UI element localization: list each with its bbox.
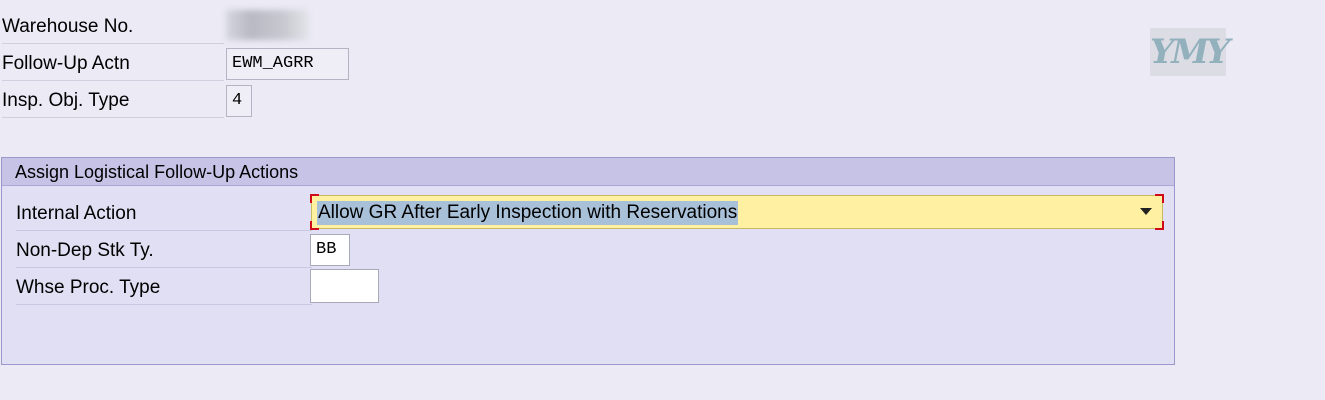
focus-corner-icon (1155, 194, 1164, 203)
assign-follow-up-actions-group: Assign Logistical Follow-Up Actions Inte… (1, 157, 1175, 365)
non-dep-stk-ty-label: Non-Dep Stk Ty. (16, 232, 312, 268)
dropdown-arrow-icon[interactable] (1140, 208, 1152, 215)
focus-corner-icon (310, 221, 319, 230)
company-logo: YMY (1150, 28, 1230, 76)
internal-action-value: Allow GR After Early Inspection with Res… (317, 201, 739, 225)
non-dep-stk-ty-field[interactable]: BB (310, 234, 350, 266)
internal-action-label: Internal Action (16, 195, 312, 231)
whse-proc-type-label: Whse Proc. Type (16, 269, 312, 305)
logo-text: YMY (1150, 32, 1230, 72)
internal-action-dropdown[interactable]: Allow GR After Early Inspection with Res… (310, 194, 1164, 230)
follow-up-actn-label: Follow-Up Actn (2, 45, 224, 81)
warehouse-no-label: Warehouse No. (2, 8, 224, 44)
warehouse-no-field[interactable] (226, 10, 308, 40)
follow-up-actn-field[interactable]: EWM_AGRR (226, 48, 349, 80)
insp-obj-type-label: Insp. Obj. Type (2, 82, 224, 118)
insp-obj-type-field[interactable]: 4 (226, 85, 252, 117)
focus-corner-icon (310, 194, 319, 203)
whse-proc-type-field[interactable] (310, 269, 379, 303)
focus-corner-icon (1155, 221, 1164, 230)
group-title: Assign Logistical Follow-Up Actions (2, 158, 1174, 186)
